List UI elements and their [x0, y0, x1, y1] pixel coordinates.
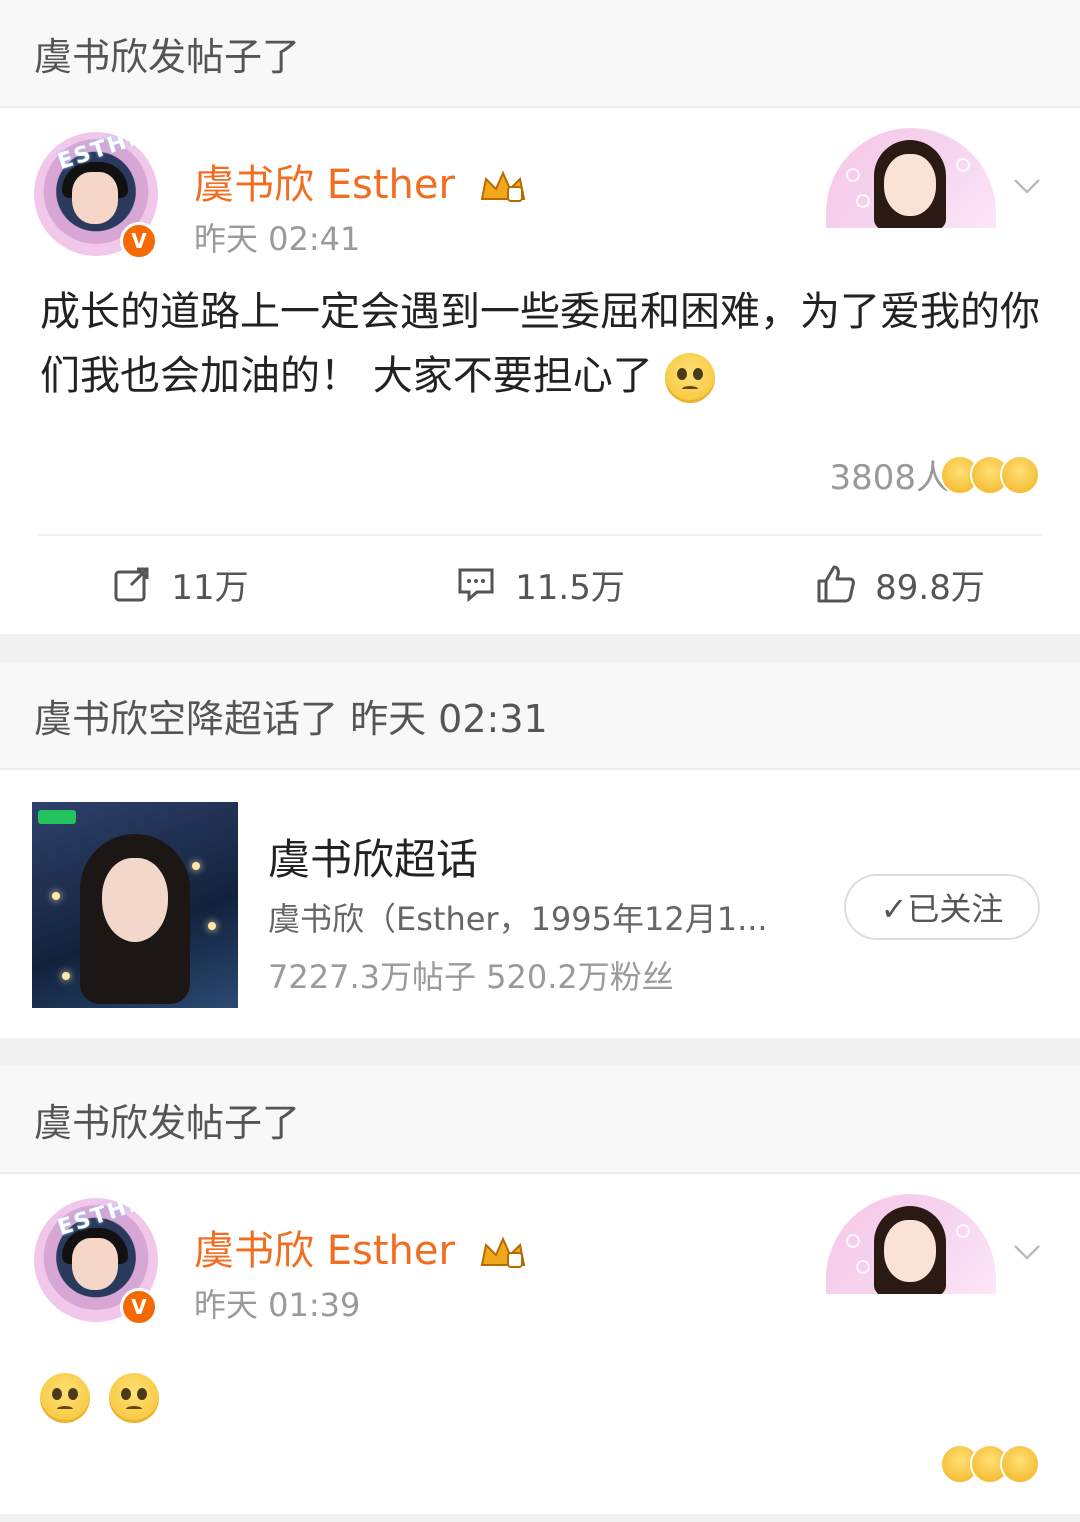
- thumbs-up-icon: [817, 565, 856, 603]
- author-name[interactable]: 虞书欣 Esther: [194, 152, 528, 210]
- post-card[interactable]: ESTHER V 虞书欣 Esther 昨天 02:41 成长的道路上一定会遇到…: [0, 108, 1080, 634]
- chevron-down-icon[interactable]: [1012, 170, 1042, 200]
- post-time: 昨天 02:41: [194, 220, 361, 258]
- card-decoration: [826, 128, 996, 228]
- section-header: 虞书欣发帖子了: [0, 0, 1080, 108]
- topic-title[interactable]: 虞书欣超话: [268, 826, 478, 887]
- author-name[interactable]: 虞书欣 Esther: [194, 1218, 528, 1276]
- worried-emoji-icon: [108, 1373, 159, 1423]
- worried-emoji-icon: [40, 1373, 90, 1423]
- post-card[interactable]: ESTHER V 虞书欣 Esther 昨天 01:39: [0, 1174, 1080, 1514]
- topic-description: 虞书欣（Esther，1995年12月1...: [268, 900, 768, 938]
- worried-emoji-icon: [665, 353, 716, 403]
- emoji-reaction-icon: [1000, 1444, 1040, 1484]
- crown-icon: [480, 170, 525, 202]
- topic-stats: 7227.3万帖子 520.2万粉丝: [268, 958, 674, 996]
- chevron-down-icon[interactable]: [1012, 1236, 1042, 1266]
- post-text: 成长的道路上一定会遇到一些委屈和困难，为了爱我的你们我也会加油的！ 大家不要担心…: [0, 280, 1080, 408]
- section-header: 虞书欣空降超话了 昨天 02:31: [0, 662, 1080, 770]
- video-badge-icon: [38, 810, 76, 824]
- repost-icon: [114, 567, 149, 602]
- comment-button[interactable]: 11.5万: [360, 534, 720, 634]
- followed-button[interactable]: ✓已关注: [844, 874, 1040, 940]
- topic-cover-image[interactable]: [32, 802, 238, 1008]
- crown-icon: [480, 1236, 525, 1268]
- verified-badge-icon: V: [120, 222, 158, 260]
- reaction-summary[interactable]: 3808人: [829, 450, 1040, 499]
- comment-icon: [458, 568, 494, 603]
- section-header: 虞书欣发帖子了: [0, 1066, 1080, 1174]
- card-decoration: [826, 1194, 996, 1294]
- verified-badge-icon: V: [120, 1288, 158, 1326]
- post-time: 昨天 01:39: [194, 1286, 361, 1324]
- emoji-reaction-icon: [1000, 454, 1040, 495]
- post-text: [0, 1346, 1080, 1428]
- topic-card[interactable]: 虞书欣超话 虞书欣（Esther，1995年12月1... 7227.3万帖子 …: [0, 770, 1080, 1038]
- like-button[interactable]: 89.8万: [720, 534, 1080, 634]
- reaction-summary[interactable]: [926, 1444, 1040, 1484]
- repost-button[interactable]: 11万: [0, 534, 360, 634]
